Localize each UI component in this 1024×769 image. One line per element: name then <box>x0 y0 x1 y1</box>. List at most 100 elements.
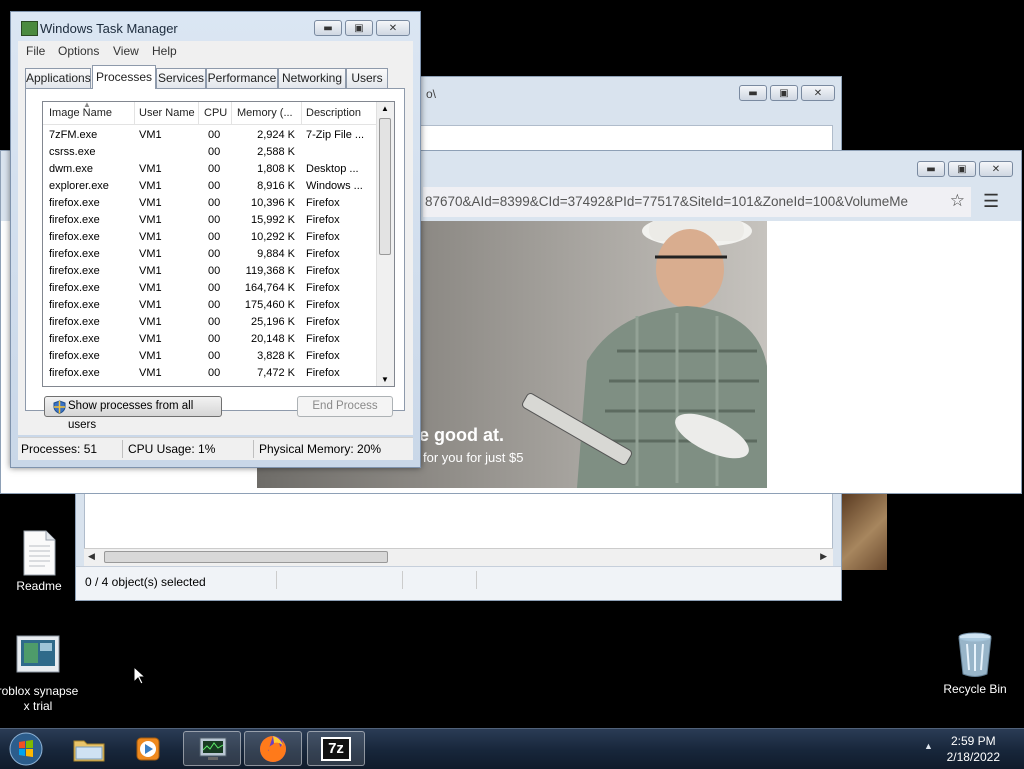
taskbar-firefox[interactable] <box>244 731 302 766</box>
address-bar[interactable]: 87670&AId=8399&CId=37492&PId=77517&SiteI… <box>423 187 971 217</box>
table-row[interactable]: firefox.exe VM1 00 119,368 K Firefox <box>43 263 377 280</box>
table-row[interactable]: firefox.exe VM1 00 164,764 K Firefox <box>43 280 377 297</box>
clock-time: 2:59 PM <box>950 734 996 748</box>
minimize-button[interactable]: ▬ <box>917 161 945 177</box>
tab-users[interactable]: Users <box>346 68 388 88</box>
show-hidden-icons-icon[interactable]: ▲ <box>924 741 933 751</box>
show-all-users-label: Show processes from all users <box>68 400 194 431</box>
column-cpu[interactable]: CPU <box>204 107 227 119</box>
desktop-icon-roblox[interactable]: roblox synapse x trial <box>0 635 83 714</box>
process-mem-cell: 15,992 K <box>250 214 295 226</box>
tab-applications[interactable]: Applications <box>25 68 91 88</box>
show-all-users-button[interactable]: Show processes from all users <box>44 396 222 431</box>
process-desc-cell: Firefox <box>306 316 340 328</box>
column-divider[interactable] <box>198 102 199 124</box>
maximize-button[interactable]: ▣ <box>948 161 976 177</box>
process-user-cell: VM1 <box>139 180 162 192</box>
column-memory[interactable]: Memory (... <box>237 107 293 119</box>
table-row[interactable]: explorer.exe VM1 00 8,916 K Windows ... <box>43 178 377 195</box>
column-user-name[interactable]: User Name <box>139 107 195 119</box>
table-row[interactable]: dwm.exe VM1 00 1,808 K Desktop ... <box>43 161 377 178</box>
table-row[interactable]: csrss.exe 00 2,588 K <box>43 144 377 161</box>
table-row[interactable]: firefox.exe VM1 00 7,472 K Firefox <box>43 365 377 382</box>
horizontal-scrollbar[interactable]: ◀ ▶ <box>84 548 833 566</box>
menu-view[interactable]: View <box>113 44 139 58</box>
process-desc-cell: Firefox <box>306 282 340 294</box>
scroll-down-icon[interactable]: ▼ <box>381 375 389 384</box>
table-row[interactable]: firefox.exe VM1 00 10,292 K Firefox <box>43 229 377 246</box>
process-cpu-cell: 00 <box>208 282 221 294</box>
tab-networking[interactable]: Networking <box>278 68 346 88</box>
explorer-title: o\ <box>426 87 437 101</box>
process-name-cell: firefox.exe <box>49 214 100 226</box>
process-cpu-cell: 00 <box>208 231 221 243</box>
scroll-thumb[interactable] <box>104 551 388 563</box>
process-list[interactable]: Image Name ▲ User Name CPU Memory (... D… <box>42 101 395 387</box>
table-row[interactable]: 7zFM.exe VM1 00 2,924 K 7-Zip File ... <box>43 127 377 144</box>
process-cpu-cell: 00 <box>208 129 221 141</box>
tab-processes[interactable]: Processes <box>92 65 156 89</box>
table-row[interactable]: firefox.exe VM1 00 15,992 K Firefox <box>43 212 377 229</box>
scroll-thumb[interactable] <box>379 118 391 255</box>
hamburger-menu-icon[interactable]: ☰ <box>983 191 999 212</box>
table-row[interactable]: firefox.exe VM1 00 9,884 K Firefox <box>43 246 377 263</box>
url-text[interactable]: 87670&AId=8399&CId=37492&PId=77517&SiteI… <box>425 194 940 209</box>
start-button[interactable] <box>2 731 50 766</box>
process-user-cell: VM1 <box>139 231 162 243</box>
process-mem-cell: 25,196 K <box>250 316 295 328</box>
taskbar-media-player[interactable] <box>120 731 178 766</box>
desktop-icon-recycle-bin[interactable]: Recycle Bin <box>930 632 1020 697</box>
process-user-cell: VM1 <box>139 367 162 379</box>
table-row[interactable]: firefox.exe VM1 00 10,396 K Firefox <box>43 195 377 212</box>
column-divider[interactable] <box>301 102 302 124</box>
table-row[interactable]: firefox.exe VM1 00 25,196 K Firefox <box>43 314 377 331</box>
close-button[interactable]: ✕ <box>979 161 1013 177</box>
task-manager-window[interactable]: Windows Task Manager ▬ ▣ ✕ File Options … <box>10 11 421 468</box>
minimize-button[interactable]: ▬ <box>314 20 342 36</box>
task-manager-body: Applications Processes Services Performa… <box>18 61 413 435</box>
minimize-icon: ▬ <box>926 163 936 175</box>
status-divider <box>276 571 277 589</box>
column-image-name[interactable]: Image Name <box>49 107 112 119</box>
maximize-button[interactable]: ▣ <box>345 20 373 36</box>
process-count: Processes: 51 <box>21 442 98 456</box>
7zip-icon-label: 7z <box>328 740 344 757</box>
process-mem-cell: 2,588 K <box>257 146 295 158</box>
table-row[interactable]: firefox.exe VM1 00 175,460 K Firefox <box>43 297 377 314</box>
taskbar-task-manager[interactable] <box>183 731 241 766</box>
process-cpu-cell: 00 <box>208 333 221 345</box>
process-name-cell: csrss.exe <box>49 146 96 158</box>
menu-options[interactable]: Options <box>58 44 99 58</box>
maximize-button[interactable]: ▣ <box>770 85 798 101</box>
media-player-icon <box>136 737 160 761</box>
menu-file[interactable]: File <box>26 44 45 58</box>
status-divider <box>122 440 123 458</box>
bookmark-star-icon[interactable]: ☆ <box>950 191 965 211</box>
menu-help[interactable]: Help <box>152 44 177 58</box>
end-process-button[interactable]: End Process <box>297 396 393 417</box>
process-mem-cell: 119,368 K <box>245 265 295 277</box>
process-user-cell: VM1 <box>139 299 162 311</box>
tab-services[interactable]: Services <box>156 68 206 88</box>
column-divider[interactable] <box>134 102 135 124</box>
minimize-button[interactable]: ▬ <box>739 85 767 101</box>
close-button[interactable]: ✕ <box>801 85 835 101</box>
scroll-up-icon[interactable]: ▲ <box>381 104 389 113</box>
process-cpu-cell: 00 <box>208 316 221 328</box>
table-row[interactable]: firefox.exe VM1 00 20,148 K Firefox <box>43 331 377 348</box>
taskbar-7zip[interactable]: 7z <box>307 731 365 766</box>
close-button[interactable]: ✕ <box>376 20 410 36</box>
table-row[interactable]: firefox.exe VM1 00 3,828 K Firefox <box>43 348 377 365</box>
clock[interactable]: 2:59 PM 2/18/2022 <box>947 733 1000 765</box>
desktop-icon-readme[interactable]: Readme <box>0 530 84 594</box>
tab-performance[interactable]: Performance <box>206 68 278 88</box>
taskbar-explorer[interactable] <box>60 731 118 766</box>
vertical-scrollbar[interactable]: ▲ ▼ <box>376 102 394 386</box>
column-description[interactable]: Description <box>306 107 361 119</box>
process-user-cell: VM1 <box>139 197 162 209</box>
scroll-left-icon[interactable]: ◀ <box>88 551 95 562</box>
scroll-right-icon[interactable]: ▶ <box>820 551 827 562</box>
maximize-icon: ▣ <box>779 87 789 99</box>
process-mem-cell: 8,916 K <box>257 180 295 192</box>
column-divider[interactable] <box>231 102 232 124</box>
